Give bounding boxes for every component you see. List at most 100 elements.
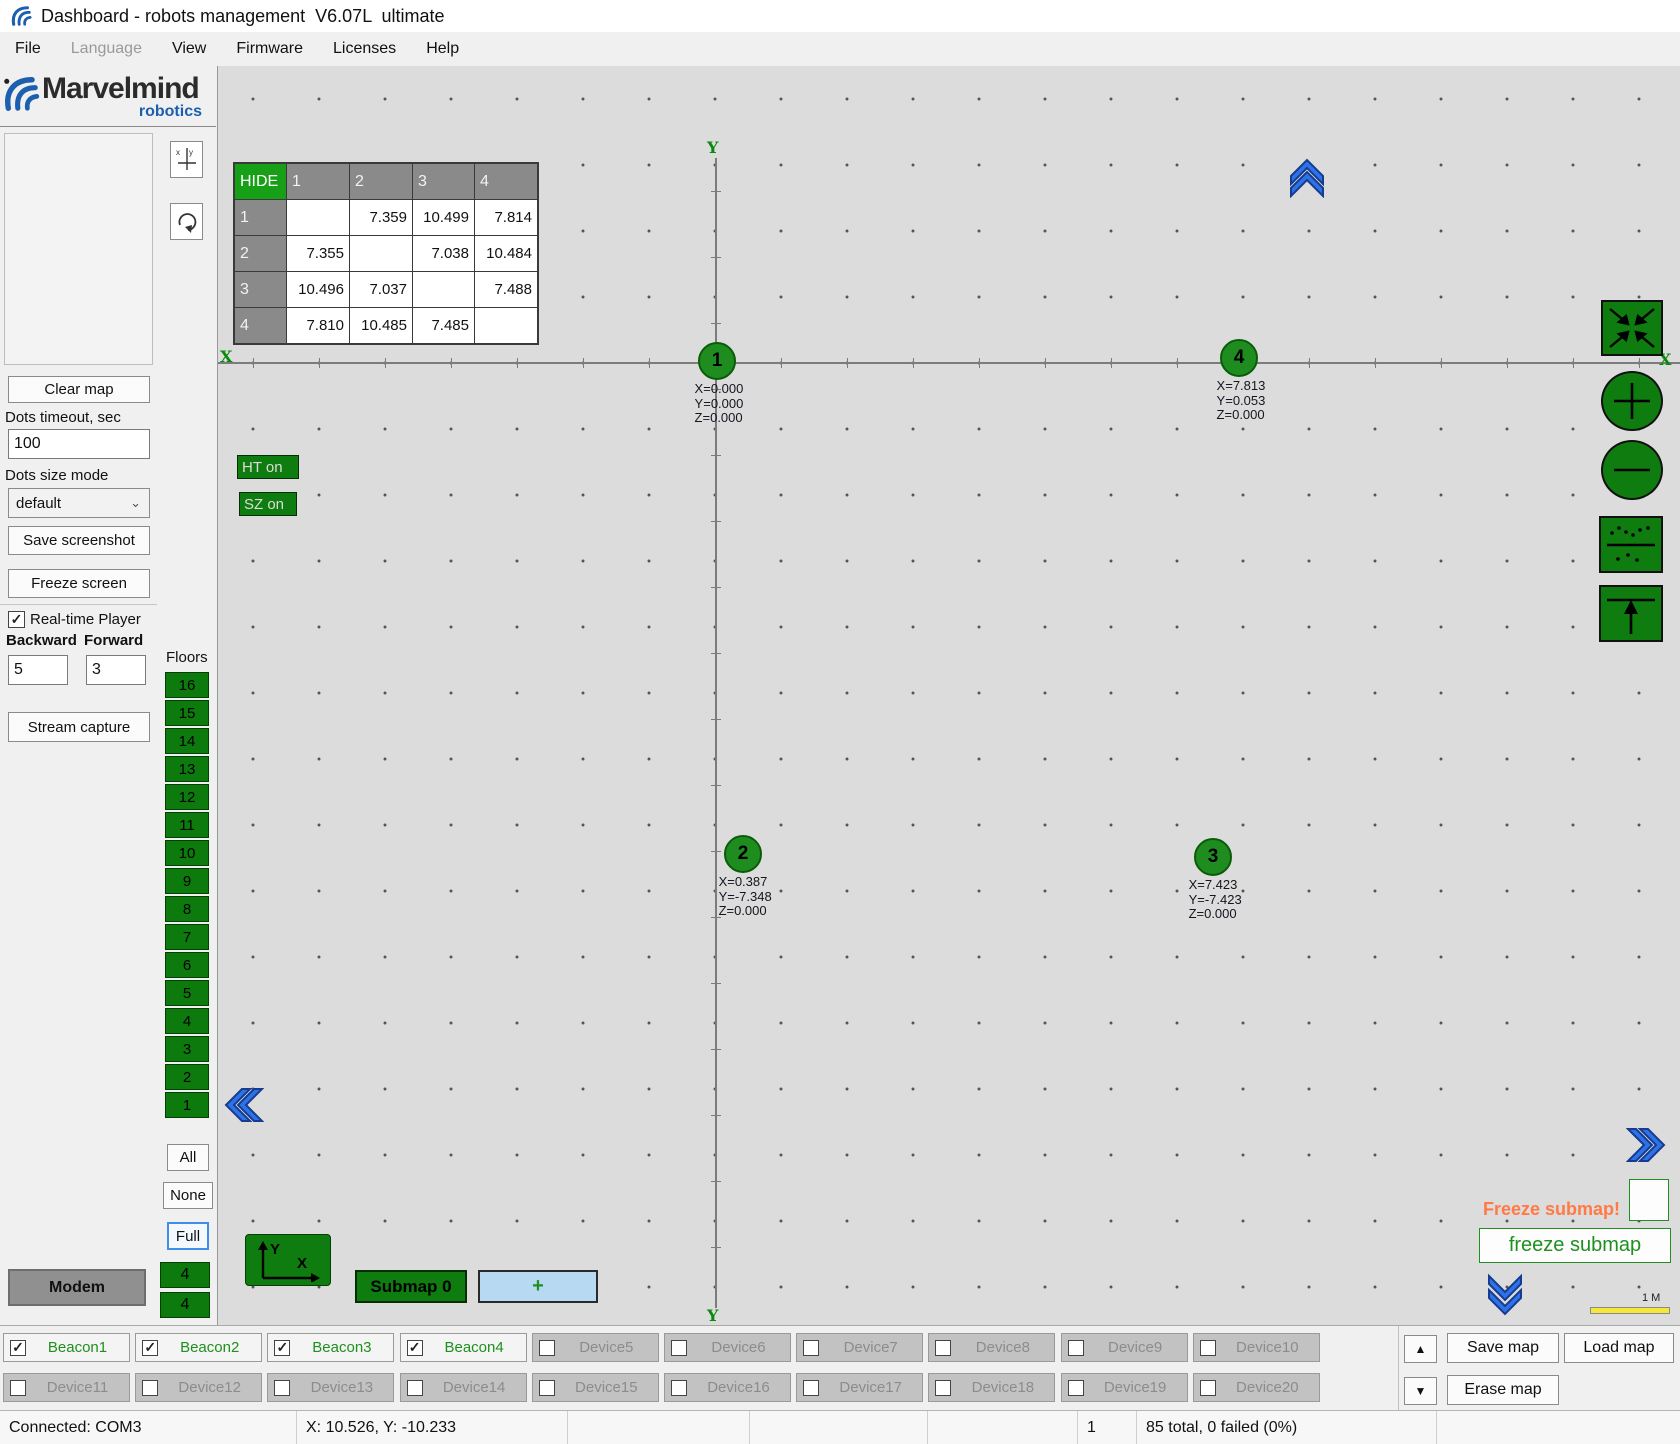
device-cell-device14[interactable]: Device14 bbox=[400, 1373, 527, 1402]
map-canvas[interactable]: X X Y Y HIDE123417.35910.4997.81427.3557… bbox=[217, 66, 1680, 1325]
scroll-down-icon[interactable] bbox=[1486, 1272, 1524, 1316]
dots-size-select[interactable]: default ⌄ bbox=[8, 488, 150, 518]
checkbox-unchecked-icon[interactable] bbox=[142, 1380, 158, 1396]
checkbox-unchecked-icon[interactable] bbox=[671, 1380, 687, 1396]
beacon-marker-4[interactable]: 4 bbox=[1220, 339, 1258, 377]
floor-button-11[interactable]: 11 bbox=[165, 812, 209, 838]
forward-input[interactable] bbox=[86, 655, 146, 685]
device-cell-device20[interactable]: Device20 bbox=[1193, 1373, 1320, 1402]
floor-button-16[interactable]: 16 bbox=[165, 672, 209, 698]
checkbox-unchecked-icon[interactable] bbox=[539, 1340, 555, 1356]
floors-full-button[interactable]: Full bbox=[167, 1222, 209, 1250]
floor-button-13[interactable]: 13 bbox=[165, 756, 209, 782]
checkbox-checked-icon[interactable]: ✓ bbox=[142, 1340, 158, 1356]
device-scroll-down-button[interactable]: ▼ bbox=[1404, 1377, 1437, 1405]
checkbox-unchecked-icon[interactable] bbox=[10, 1380, 26, 1396]
freeze-submap-button[interactable]: freeze submap bbox=[1479, 1228, 1671, 1263]
zoom-out-icon[interactable] bbox=[1601, 440, 1663, 500]
device-cell-device6[interactable]: Device6 bbox=[664, 1333, 791, 1362]
device-cell-device12[interactable]: Device12 bbox=[135, 1373, 262, 1402]
scroll-left-icon[interactable] bbox=[222, 1086, 264, 1124]
beacon-marker-2[interactable]: 2 bbox=[724, 835, 762, 873]
menu-item-view[interactable]: View bbox=[157, 36, 221, 62]
beacon-marker-3[interactable]: 3 bbox=[1194, 838, 1232, 876]
checkbox-unchecked-icon[interactable] bbox=[1068, 1380, 1084, 1396]
device-cell-device18[interactable]: Device18 bbox=[928, 1373, 1055, 1402]
device-cell-beacon2[interactable]: ✓Beacon2 bbox=[135, 1333, 262, 1362]
freeze-submap-checkbox[interactable] bbox=[1629, 1179, 1669, 1221]
device-cell-device5[interactable]: Device5 bbox=[532, 1333, 659, 1362]
realtime-player-checkbox[interactable]: ✓ Real-time Player bbox=[8, 611, 141, 628]
checkbox-unchecked-icon[interactable] bbox=[539, 1380, 555, 1396]
rotate-tool-icon[interactable] bbox=[170, 203, 203, 240]
floor-button-12[interactable]: 12 bbox=[165, 784, 209, 810]
menu-item-firmware[interactable]: Firmware bbox=[221, 36, 318, 62]
scroll-up-icon[interactable] bbox=[1288, 156, 1326, 198]
scroll-right-icon[interactable] bbox=[1626, 1126, 1668, 1164]
checkbox-unchecked-icon[interactable] bbox=[935, 1340, 951, 1356]
save-screenshot-button[interactable]: Save screenshot bbox=[8, 526, 150, 555]
menu-item-file[interactable]: File bbox=[0, 36, 56, 62]
floor-button-15[interactable]: 15 bbox=[165, 700, 209, 726]
modem-button[interactable]: Modem bbox=[8, 1269, 146, 1306]
device-scroll-up-button[interactable]: ▲ bbox=[1404, 1335, 1437, 1363]
checkbox-unchecked-icon[interactable] bbox=[803, 1340, 819, 1356]
table-hide-header[interactable]: HIDE bbox=[235, 164, 286, 199]
floor-button-8[interactable]: 8 bbox=[165, 896, 209, 922]
floor-button-7[interactable]: 7 bbox=[165, 924, 209, 950]
checkbox-unchecked-icon[interactable] bbox=[407, 1380, 423, 1396]
device-cell-device10[interactable]: Device10 bbox=[1193, 1333, 1320, 1362]
level-up-icon[interactable] bbox=[1599, 585, 1663, 642]
floor-button-3[interactable]: 3 bbox=[165, 1036, 209, 1062]
device-cell-device8[interactable]: Device8 bbox=[928, 1333, 1055, 1362]
checkbox-unchecked-icon[interactable] bbox=[1200, 1380, 1216, 1396]
stream-capture-button[interactable]: Stream capture bbox=[8, 712, 150, 742]
floor-button-6[interactable]: 6 bbox=[165, 952, 209, 978]
device-cell-device19[interactable]: Device19 bbox=[1061, 1373, 1188, 1402]
sz-on-toggle[interactable]: SZ on bbox=[239, 492, 297, 516]
freeze-screen-button[interactable]: Freeze screen bbox=[8, 569, 150, 598]
menu-item-help[interactable]: Help bbox=[411, 36, 474, 62]
add-submap-tab[interactable]: + bbox=[478, 1270, 598, 1303]
floor-button-2[interactable]: 2 bbox=[165, 1064, 209, 1090]
checkbox-unchecked-icon[interactable] bbox=[274, 1380, 290, 1396]
floor-button-4[interactable]: 4 bbox=[165, 1008, 209, 1034]
checkbox-checked-icon[interactable]: ✓ bbox=[274, 1340, 290, 1356]
device-cell-device7[interactable]: Device7 bbox=[796, 1333, 923, 1362]
checkbox-unchecked-icon[interactable] bbox=[803, 1380, 819, 1396]
distance-matrix-table[interactable]: HIDE123417.35910.4997.81427.3557.03810.4… bbox=[233, 162, 539, 345]
dots-view-icon[interactable] bbox=[1599, 516, 1663, 573]
floor-button-9[interactable]: 9 bbox=[165, 868, 209, 894]
load-map-button[interactable]: Load map bbox=[1564, 1333, 1674, 1363]
menu-item-licenses[interactable]: Licenses bbox=[318, 36, 411, 62]
checkbox-checked-icon[interactable]: ✓ bbox=[407, 1340, 423, 1356]
xy-orientation-icon[interactable]: Y X bbox=[245, 1234, 331, 1286]
checkbox-unchecked-icon[interactable] bbox=[671, 1340, 687, 1356]
fit-to-screen-icon[interactable] bbox=[1601, 300, 1663, 356]
checkbox-unchecked-icon[interactable] bbox=[1200, 1340, 1216, 1356]
checkbox-unchecked-icon[interactable] bbox=[935, 1380, 951, 1396]
save-map-button[interactable]: Save map bbox=[1447, 1333, 1559, 1363]
floor-count-button-top[interactable]: 4 bbox=[160, 1262, 210, 1288]
device-cell-device17[interactable]: Device17 bbox=[796, 1373, 923, 1402]
device-cell-beacon3[interactable]: ✓Beacon3 bbox=[267, 1333, 394, 1362]
submap-tab[interactable]: Submap 0 bbox=[355, 1270, 467, 1303]
menu-item-language[interactable]: Language bbox=[56, 36, 157, 62]
floor-button-5[interactable]: 5 bbox=[165, 980, 209, 1006]
floor-button-10[interactable]: 10 bbox=[165, 840, 209, 866]
device-cell-beacon1[interactable]: ✓Beacon1 bbox=[3, 1333, 130, 1362]
floors-none-button[interactable]: None bbox=[163, 1182, 213, 1209]
ht-on-toggle[interactable]: HT on bbox=[237, 455, 299, 479]
floor-count-button-bottom[interactable]: 4 bbox=[160, 1292, 210, 1318]
clear-map-button[interactable]: Clear map bbox=[8, 376, 150, 403]
backward-input[interactable] bbox=[8, 655, 68, 685]
floors-all-button[interactable]: All bbox=[167, 1144, 209, 1171]
floor-button-14[interactable]: 14 bbox=[165, 728, 209, 754]
erase-map-button[interactable]: Erase map bbox=[1447, 1375, 1559, 1405]
zoom-in-icon[interactable] bbox=[1601, 371, 1663, 431]
floor-button-1[interactable]: 1 bbox=[165, 1092, 209, 1118]
axes-tool-icon[interactable]: x y bbox=[170, 141, 203, 178]
dots-timeout-input[interactable] bbox=[8, 429, 150, 459]
checkbox-checked-icon[interactable]: ✓ bbox=[10, 1340, 26, 1356]
device-cell-device11[interactable]: Device11 bbox=[3, 1373, 130, 1402]
